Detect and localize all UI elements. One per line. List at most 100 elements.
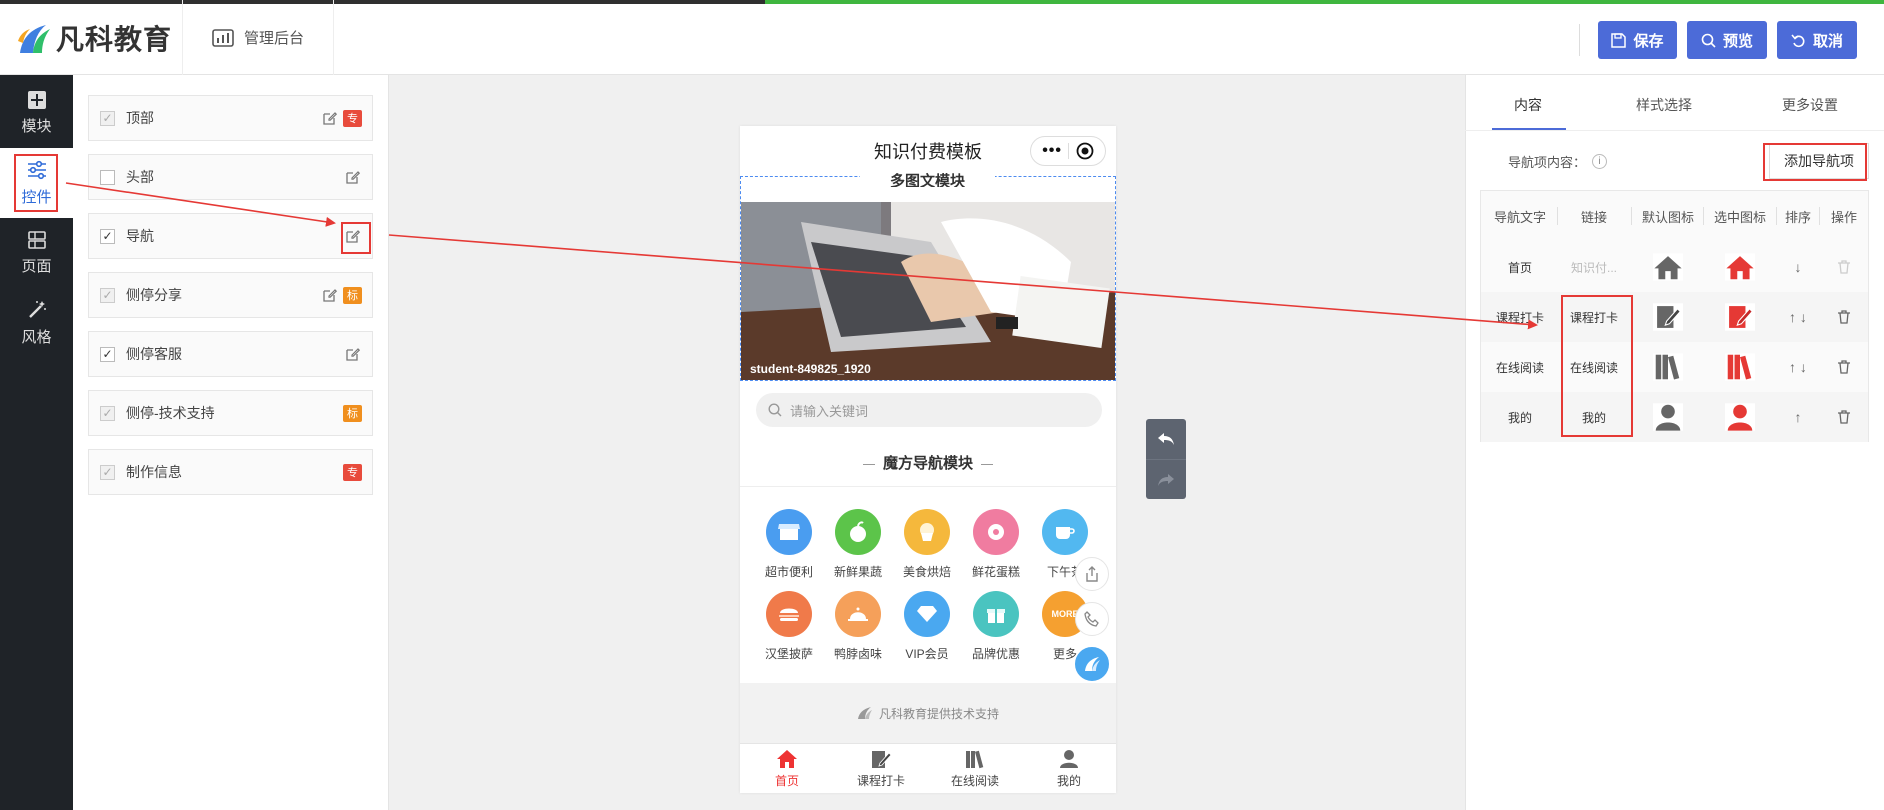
default-icon-cell[interactable] — [1633, 292, 1703, 342]
delete-button[interactable] — [1821, 242, 1867, 292]
cupcake-icon — [904, 509, 950, 555]
delete-button[interactable] — [1821, 342, 1867, 392]
magic-item[interactable]: VIP会员 — [893, 591, 961, 662]
component-row-credits[interactable]: ✓ 制作信息 专 — [88, 449, 373, 495]
share-icon — [1086, 566, 1098, 582]
magic-item[interactable]: 美食烘焙 — [893, 509, 961, 580]
undo-arrow-icon — [1158, 433, 1174, 445]
sort-buttons[interactable]: ↑ ↓ — [1778, 342, 1818, 392]
store-icon — [766, 509, 812, 555]
undo-button[interactable] — [1146, 419, 1186, 459]
tab-more-settings[interactable]: 更多设置 — [1754, 80, 1866, 130]
admin-link[interactable]: 管理后台 — [182, 0, 334, 75]
sort-buttons[interactable]: ↑ — [1778, 392, 1818, 442]
component-checkbox[interactable]: ✓ — [100, 228, 115, 244]
mini-program-capsule[interactable]: ••• — [1030, 136, 1106, 166]
default-icon-cell[interactable] — [1633, 342, 1703, 392]
component-row-nav[interactable]: ✓ 导航 — [88, 213, 373, 259]
component-row-top[interactable]: ✓ 顶部 专 — [88, 95, 373, 141]
service-float-button[interactable] — [1075, 602, 1109, 636]
nav-modules[interactable]: 模块 — [0, 78, 73, 148]
annotation-box-links — [1561, 295, 1633, 437]
magic-item[interactable]: 超市便利 — [755, 509, 823, 580]
component-row-side-share[interactable]: ✓ 侧停分享 标 — [88, 272, 373, 318]
component-checkbox[interactable]: ✓ — [100, 287, 115, 303]
trash-icon — [1838, 410, 1850, 424]
edit-icon[interactable] — [321, 109, 339, 127]
nav-text-cell[interactable]: 我的 — [1485, 392, 1555, 442]
nav-text-cell[interactable]: 在线阅读 — [1485, 342, 1555, 392]
component-checkbox[interactable] — [100, 169, 115, 185]
component-row-side-tech[interactable]: ✓ 侧停-技术支持 标 — [88, 390, 373, 436]
tab-home[interactable]: 首页 — [740, 744, 834, 793]
delete-button[interactable] — [1821, 392, 1867, 442]
selected-icon-cell[interactable] — [1705, 242, 1775, 292]
col-header-action: 操作 — [1830, 209, 1857, 225]
more-dots-icon[interactable]: ••• — [1042, 142, 1062, 160]
home-icon — [777, 749, 797, 768]
magic-item[interactable]: 汉堡披萨 — [755, 591, 823, 662]
magic-item[interactable]: 鸭脖卤味 — [824, 591, 892, 662]
pro-badge: 专 — [343, 109, 362, 127]
logo[interactable]: 凡科教育 — [16, 18, 172, 58]
selected-icon-cell[interactable] — [1705, 342, 1775, 392]
edit-icon[interactable] — [344, 345, 362, 363]
col-sep — [1776, 207, 1777, 225]
tab-me[interactable]: 我的 — [1022, 744, 1116, 793]
nav-text-cell[interactable]: 课程打卡 — [1485, 292, 1555, 342]
save-button[interactable]: 保存 — [1598, 21, 1677, 59]
component-checkbox[interactable]: ✓ — [100, 110, 115, 126]
annotation-box-nav-edit — [341, 222, 371, 254]
cancel-button[interactable]: 取消 — [1777, 21, 1857, 59]
phone-icon — [1084, 611, 1099, 627]
tech-support-float-button[interactable] — [1075, 647, 1109, 681]
tab-style[interactable]: 样式选择 — [1608, 80, 1720, 130]
component-checkbox[interactable]: ✓ — [100, 405, 115, 421]
component-row-side-service[interactable]: ✓ 侧停客服 — [88, 331, 373, 377]
selected-icon-cell[interactable] — [1705, 392, 1775, 442]
standard-badge: 标 — [343, 286, 362, 304]
delete-button[interactable] — [1821, 292, 1867, 342]
nav-style[interactable]: 风格 — [0, 288, 73, 358]
nav-text-cell[interactable]: 首页 — [1485, 242, 1555, 292]
info-icon[interactable]: i — [1592, 154, 1608, 169]
sort-buttons[interactable]: ↑ ↓ — [1778, 292, 1818, 342]
coffee-icon — [1042, 509, 1088, 555]
magic-item[interactable]: 鲜花蛋糕 — [962, 509, 1030, 580]
nav-link-cell[interactable]: 知识付... — [1559, 242, 1629, 292]
nav-pages[interactable]: 页面 — [0, 218, 73, 288]
close-target-icon[interactable] — [1076, 142, 1094, 160]
tab-border — [1465, 130, 1884, 131]
component-row-header[interactable]: 头部 — [88, 154, 373, 200]
magic-item[interactable]: 新鲜果蔬 — [824, 509, 892, 580]
preview-button[interactable]: 预览 — [1687, 21, 1767, 59]
tab-content[interactable]: 内容 — [1472, 80, 1584, 130]
selected-icon-cell[interactable] — [1705, 292, 1775, 342]
component-checkbox[interactable]: ✓ — [100, 464, 115, 480]
diamond-icon — [904, 591, 950, 637]
edit-icon[interactable] — [321, 286, 339, 304]
books-icon — [966, 750, 984, 768]
edit-icon[interactable] — [344, 168, 362, 186]
phone-tab-bar: 首页 课程打卡 在线阅读 我的 — [740, 743, 1116, 793]
default-icon-cell[interactable] — [1633, 242, 1703, 292]
edit-note-icon — [872, 750, 892, 768]
trash-icon — [1838, 260, 1850, 274]
books-icon — [1653, 353, 1683, 381]
brand-icon — [1085, 657, 1100, 671]
share-float-button[interactable] — [1075, 557, 1109, 591]
search-icon — [768, 403, 782, 417]
search-input[interactable]: 请输入关键词 — [756, 393, 1102, 427]
component-checkbox[interactable]: ✓ — [100, 346, 115, 362]
edit-note-icon — [1725, 303, 1755, 331]
redo-button[interactable] — [1146, 459, 1186, 499]
tab-reading[interactable]: 在线阅读 — [928, 744, 1022, 793]
logo-text: 凡科教育 — [56, 24, 173, 55]
sort-buttons[interactable]: ↓ — [1778, 242, 1818, 292]
tab-checkin[interactable]: 课程打卡 — [834, 744, 928, 793]
magic-item[interactable]: 品牌优惠 — [962, 591, 1030, 662]
undo-icon — [1791, 33, 1805, 47]
home-icon — [1725, 253, 1755, 281]
plus-square-icon — [27, 90, 46, 109]
default-icon-cell[interactable] — [1633, 392, 1703, 442]
